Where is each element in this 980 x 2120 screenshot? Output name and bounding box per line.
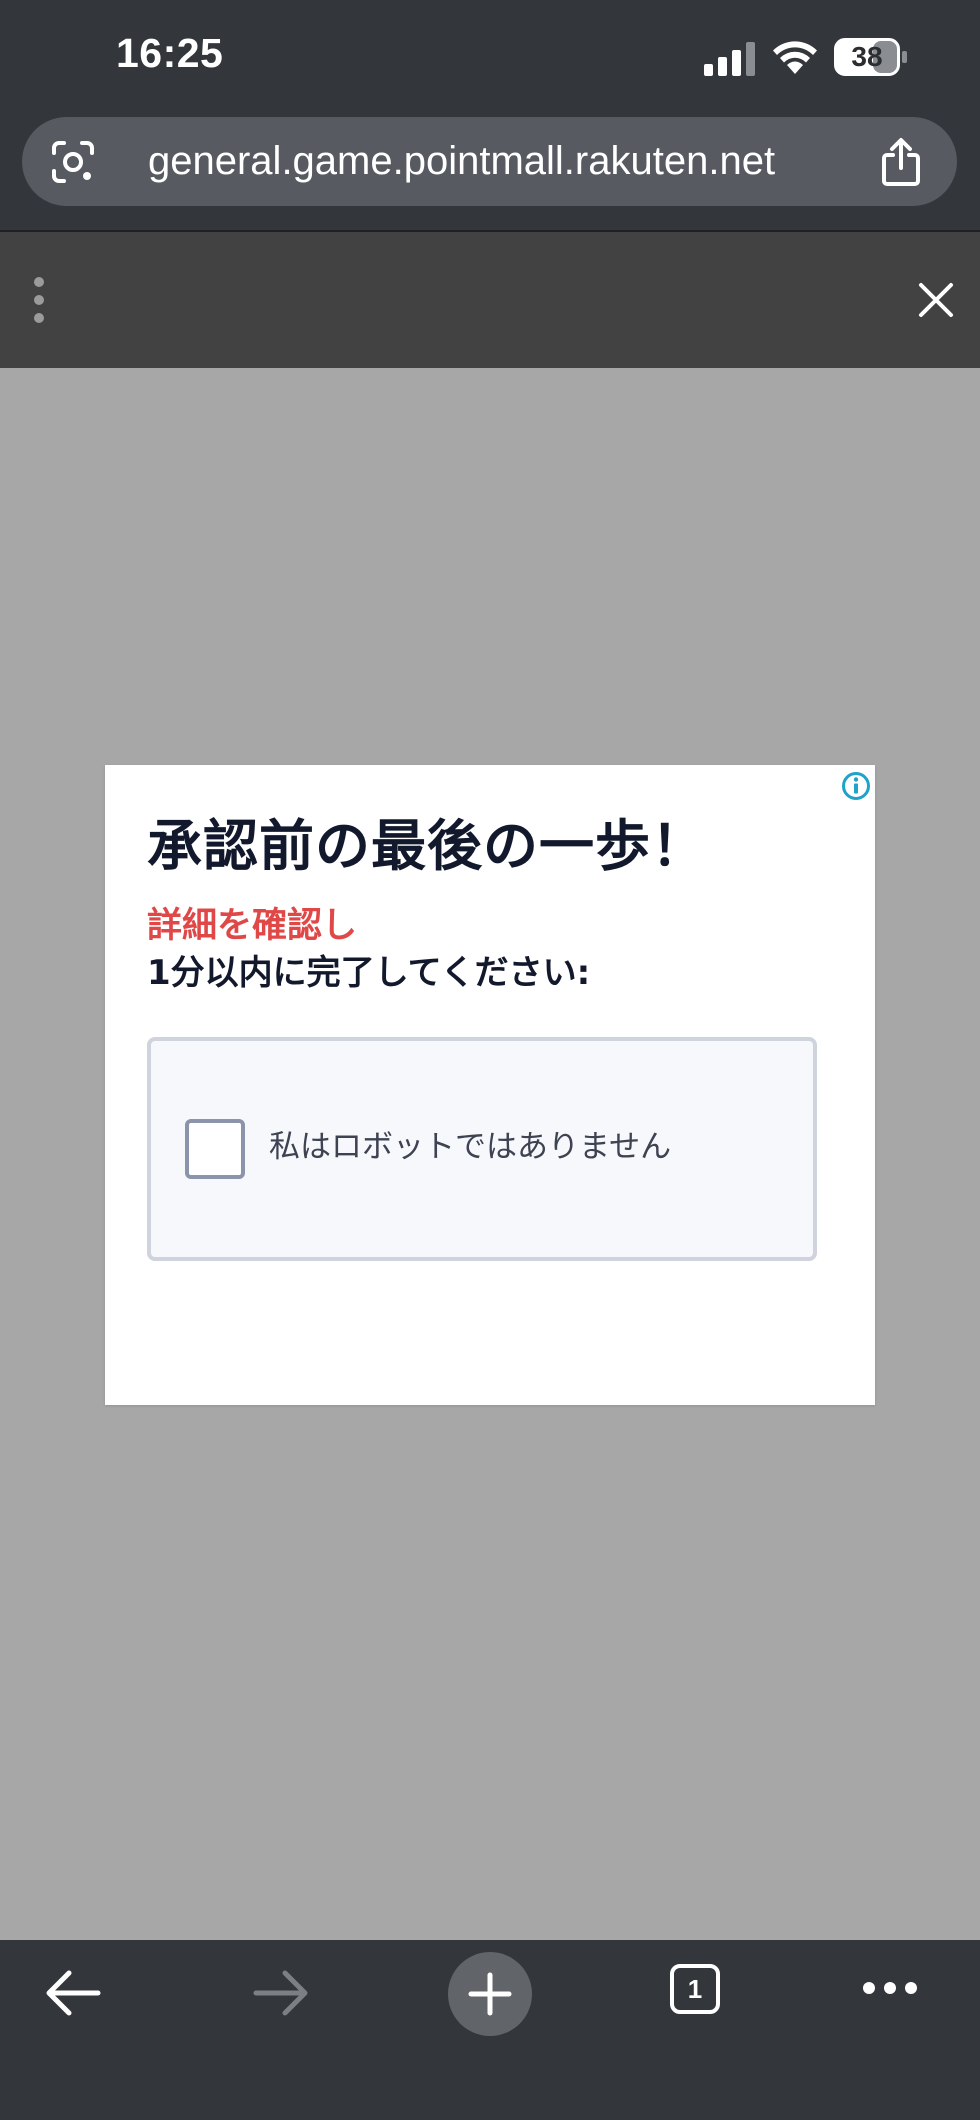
kebab-menu-icon[interactable] xyxy=(28,276,50,324)
share-icon[interactable] xyxy=(878,137,924,187)
url-text[interactable]: general.game.pointmall.rakuten.net xyxy=(148,117,775,206)
battery-level: 38 xyxy=(851,41,883,72)
signal-icon xyxy=(704,42,755,76)
tab-switcher-icon[interactable]: 1 xyxy=(670,1964,720,2014)
ad-topbar xyxy=(0,232,980,368)
wifi-icon xyxy=(773,41,817,74)
close-icon[interactable] xyxy=(918,282,954,318)
ad-subtitle: 1分以内に完了してください: xyxy=(147,953,591,993)
back-arrow-icon[interactable] xyxy=(44,1968,102,2018)
new-tab-button[interactable] xyxy=(448,1952,532,2036)
status-bar: 16:25 38 xyxy=(0,0,980,112)
bottom-toolbar: 1 xyxy=(0,1940,980,2120)
address-bar[interactable]: general.game.pointmall.rakuten.net xyxy=(22,117,957,206)
more-dots-icon[interactable] xyxy=(862,1980,918,1996)
plus-icon xyxy=(468,1972,512,2016)
captcha-checkbox[interactable] xyxy=(185,1119,245,1179)
ad-subtitle-highlight: 詳細を確認し xyxy=(147,906,358,946)
ad-title: 承認前の最後の一歩！ xyxy=(147,814,708,878)
ad-card[interactable]: 承認前の最後の一歩！ 詳細を確認し 1分以内に完了してください: 私はロボットで… xyxy=(105,765,875,1405)
captcha-label[interactable]: 私はロボットではありません xyxy=(269,1121,671,1173)
address-bar-area: general.game.pointmall.rakuten.net xyxy=(0,112,980,232)
info-icon[interactable] xyxy=(841,771,871,801)
captcha-box[interactable]: 私はロボットではありません xyxy=(147,1037,817,1261)
lens-icon[interactable] xyxy=(50,139,96,185)
status-time: 16:25 xyxy=(116,30,224,76)
tab-count: 1 xyxy=(687,1974,703,2004)
forward-arrow-icon[interactable] xyxy=(252,1968,310,2018)
